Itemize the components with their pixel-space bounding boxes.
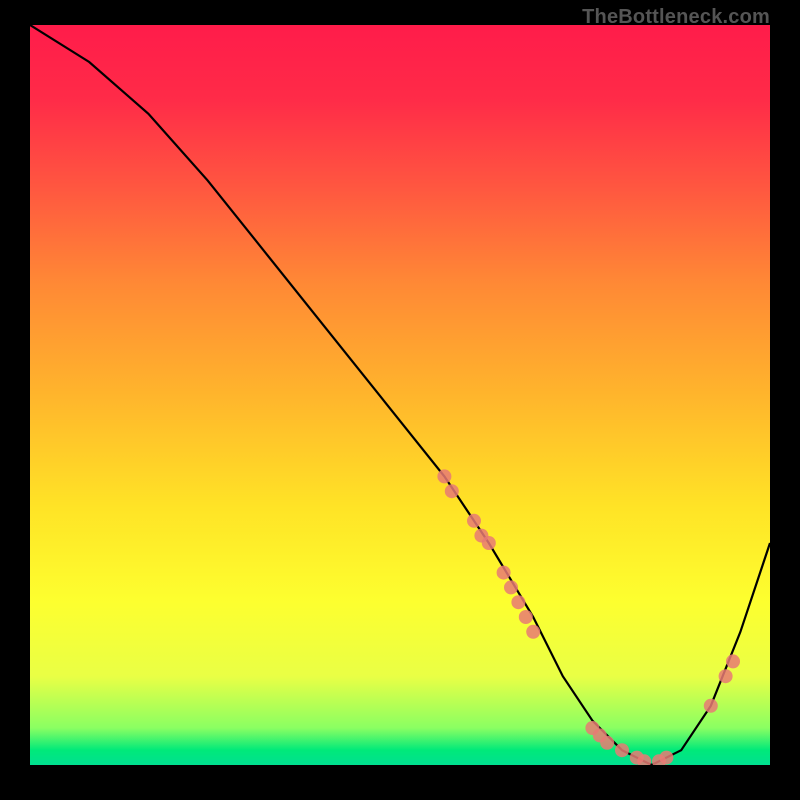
bottleneck-curve-line: [30, 25, 770, 765]
data-marker: [497, 566, 511, 580]
data-marker: [437, 469, 451, 483]
data-marker: [445, 484, 459, 498]
curve-layer: [30, 25, 770, 765]
data-marker: [719, 669, 733, 683]
chart-container: TheBottleneck.com: [0, 0, 800, 800]
curve-markers: [437, 469, 740, 765]
plot-area: [30, 25, 770, 765]
data-marker: [467, 514, 481, 528]
data-marker: [659, 751, 673, 765]
data-marker: [482, 536, 496, 550]
data-marker: [704, 699, 718, 713]
data-marker: [600, 736, 614, 750]
data-marker: [519, 610, 533, 624]
data-marker: [504, 580, 518, 594]
data-marker: [526, 625, 540, 639]
data-marker: [511, 595, 525, 609]
data-marker: [615, 743, 629, 757]
data-marker: [726, 654, 740, 668]
